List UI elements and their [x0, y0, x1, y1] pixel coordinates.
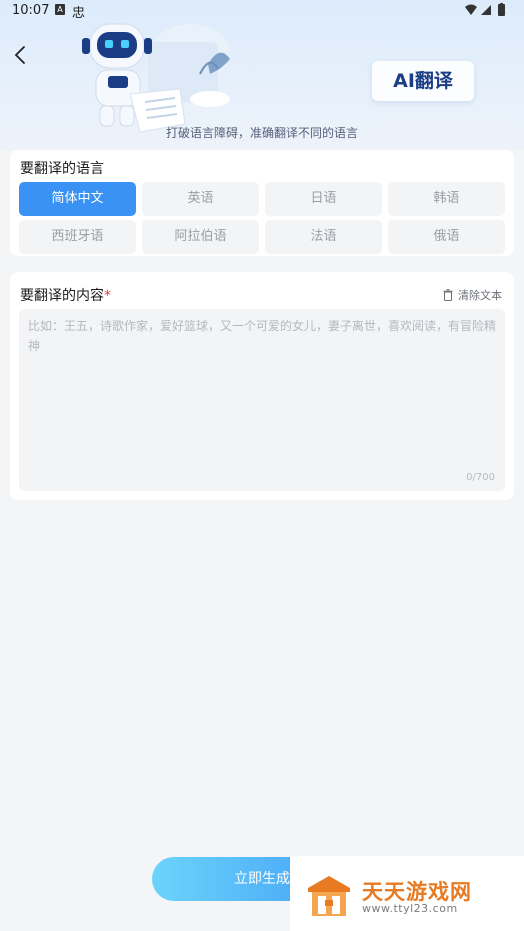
lang-option-spanish[interactable]: 西班牙语 — [19, 220, 136, 254]
clear-text-label: 清除文本 — [458, 289, 502, 302]
lang-option-french[interactable]: 法语 — [265, 220, 382, 254]
robot-illustration — [82, 23, 230, 133]
generate-button-label: 立即生成 — [234, 871, 290, 887]
lang-option-english[interactable]: 英语 — [142, 182, 259, 216]
char-counter: 0/700 — [466, 472, 495, 483]
content-card: 要翻译的内容* 清除文本 比如：王五，诗歌作家，爱好篮球，又一个可爱的女儿，妻子… — [10, 272, 514, 500]
signal-icon — [481, 5, 491, 15]
trash-icon — [443, 289, 453, 302]
input-placeholder: 比如：王五，诗歌作家，爱好篮球，又一个可爱的女儿，妻子离世，喜欢阅读，有冒险精神 — [28, 319, 497, 353]
page-tagline: 打破语言障碍，准确翻译不同的语言 — [0, 124, 524, 141]
watermark-logo-icon — [308, 876, 350, 916]
battery-icon — [498, 4, 505, 16]
header-banner: 10:07 A 忠 AI翻译 打破语言障碍，准确翻译不同的语言 — [0, 0, 524, 150]
lang-option-russian[interactable]: 俄语 — [388, 220, 505, 254]
tagline-text: 打破语言障碍，准确翻译不同的语言 — [165, 126, 358, 140]
page-title: AI翻译 — [372, 61, 474, 101]
content-section-title: 要翻译的内容* — [20, 285, 111, 305]
language-card: 要翻译的语言 简体中文 英语 日语 韩语 西班牙语 阿拉伯语 法语 俄语 — [10, 150, 514, 256]
wifi-icon — [465, 4, 477, 15]
required-mark: * — [104, 288, 111, 304]
status-icons — [465, 3, 505, 16]
content-title-text: 要翻译的内容 — [20, 288, 104, 304]
lang-option-korean[interactable]: 韩语 — [388, 182, 505, 216]
clear-text-button[interactable]: 清除文本 — [443, 287, 502, 303]
watermark-url: www.ttyl23.com — [362, 902, 458, 915]
language-section-title: 要翻译的语言 — [20, 161, 104, 177]
translate-content-input[interactable]: 比如：王五，诗歌作家，爱好篮球，又一个可爱的女儿，妻子离世，喜欢阅读，有冒险精神… — [19, 309, 505, 491]
status-time: 10:07 — [12, 3, 50, 18]
lang-option-chinese[interactable]: 简体中文 — [19, 182, 136, 216]
watermark-overlay: 天天游戏网 www.ttyl23.com — [290, 856, 524, 931]
back-arrow-icon[interactable] — [8, 42, 34, 68]
lang-option-japanese[interactable]: 日语 — [265, 182, 382, 216]
lang-option-arabic[interactable]: 阿拉伯语 — [142, 220, 259, 254]
